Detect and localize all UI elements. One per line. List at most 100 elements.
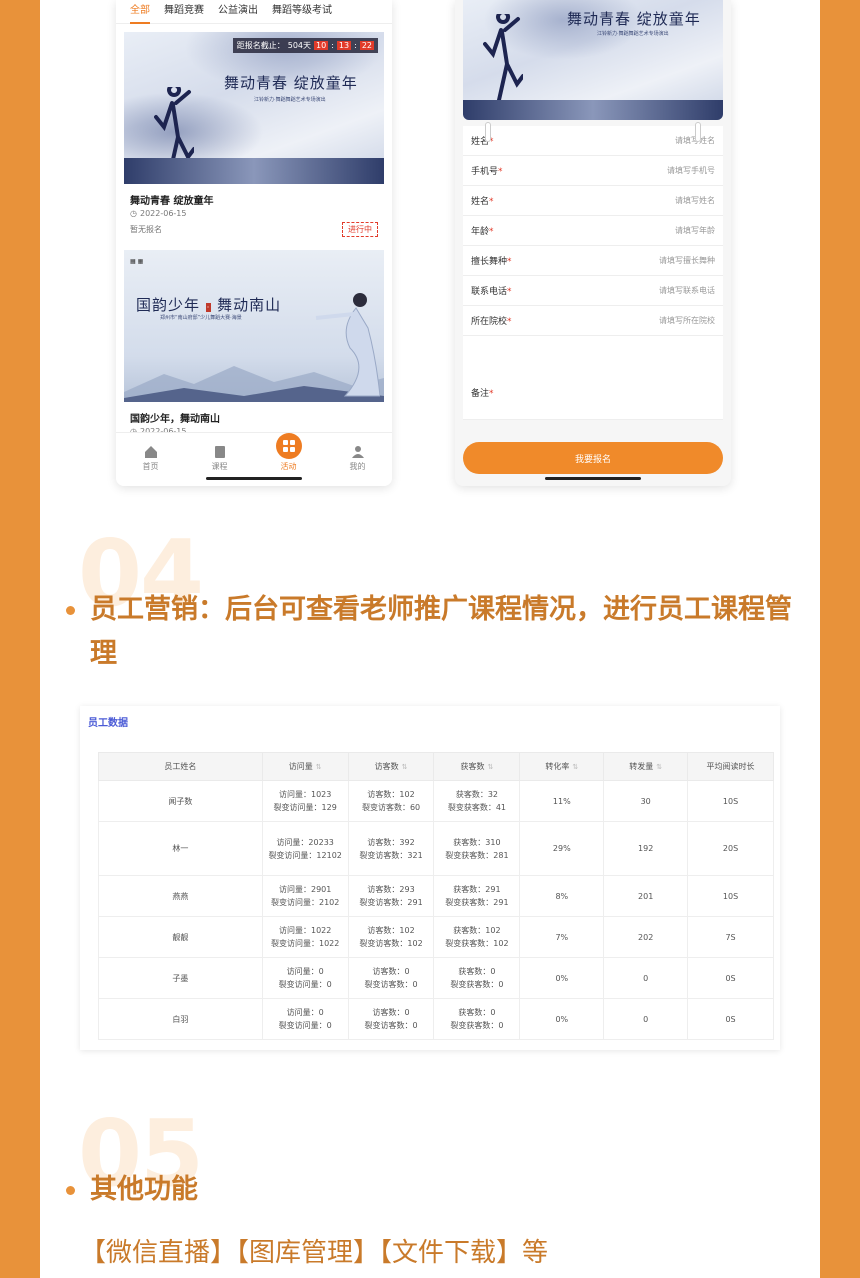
section-heading: 员工营销：后台可查看老师推广课程情况，进行员工课程管理 [90, 594, 792, 669]
col-visits[interactable]: 访问量 ⇅ [261, 752, 349, 781]
table-row: 闻子数 访问量：1023 裂变访问量：129 访客数：102 裂变访客数：60 获客数：3… [98, 780, 774, 822]
nav-courses[interactable]: 课程 [195, 445, 245, 472]
field-remark[interactable]: 备注* [463, 336, 723, 420]
cell-gain2: 裂变获客数：41 [447, 803, 507, 812]
cell-visits: 访问量：2901 [278, 885, 332, 894]
table-row: 白羽 访问量：0 裂变访问量：0 访客数：0 裂变访客数：0 获客数：0 裂变获客数：0 0%… [98, 998, 774, 1040]
cell-visitors2: 裂变访客数：0 [364, 1021, 418, 1030]
banner-subtitle: 江铃新力·舞蹈舞蹈艺术专场演出 [254, 97, 326, 103]
field-name-2[interactable]: 姓名* 请填写姓名 [463, 186, 723, 216]
table-row: 林一 访问量：20233 裂变访问量：12102 访客数：392 裂变访客数：321 获客… [98, 821, 774, 876]
dancer-icon [483, 14, 523, 111]
cell-visitors2: 裂变访客数：321 [359, 850, 423, 860]
cell-gain: 获客数：32 [455, 790, 499, 799]
cell-gain2: 裂变获客数：291 [445, 898, 509, 907]
activity-card[interactable]: ▦ ▦ 国韵少年 · 舞动南山 郑州市“南山府邸”少儿舞蹈大赛·海景 国韵少年，… [124, 250, 384, 436]
col-name: 员工姓名 [98, 752, 263, 781]
cell-rate: 11% [552, 796, 571, 806]
activity-banner: 舞动青春 绽放童年 江铃新力·舞蹈舞蹈艺术专场演出 距报名截止： 504天 10… [124, 32, 384, 184]
cell-forward: 202 [638, 932, 654, 942]
tab-competition[interactable]: 舞蹈竞赛 [164, 0, 204, 24]
book-icon [214, 446, 225, 458]
cell-name: 白羽 [172, 1014, 189, 1024]
field-age[interactable]: 年龄* 请填写年龄 [463, 216, 723, 246]
field-contact[interactable]: 联系电话* 请填写联系电话 [463, 276, 723, 306]
cell-gain2: 裂变获客数：0 [450, 980, 504, 989]
countdown-badge: 距报名截止： 504天 10: 13: 22 [232, 38, 378, 53]
cell-visits: 访问量：0 [286, 967, 324, 976]
cell-visits: 访问量：0 [286, 1008, 324, 1017]
category-tabs: 全部 舞蹈竞赛 公益演出 舞蹈等级考试 [116, 0, 392, 24]
cell-visits: 访问量：20233 [276, 837, 334, 847]
cell-time: 10S [722, 796, 739, 806]
col-rate[interactable]: 转化率 ⇅ [519, 752, 605, 781]
col-read-time: 平均阅读时长 [687, 752, 774, 781]
cell-visitors2: 裂变访客数：0 [364, 980, 418, 989]
activity-banner: ▦ ▦ 国韵少年 · 舞动南山 郑州市“南山府邸”少儿舞蹈大赛·海景 [124, 250, 384, 402]
card-title: 舞动青春 绽放童年 [130, 196, 214, 207]
tab-charity[interactable]: 公益演出 [218, 0, 258, 24]
field-school[interactable]: 所在院校* 请填写所在院校 [463, 306, 723, 336]
status-badge: 进行中 [342, 222, 378, 237]
signup-button[interactable]: 我要报名 [463, 442, 723, 474]
cell-visits2: 裂变访问量：12102 [268, 850, 342, 860]
tab-grade-exam[interactable]: 舞蹈等级考试 [272, 0, 332, 24]
cell-rate: 7% [555, 932, 569, 942]
cell-forward: 192 [638, 844, 654, 853]
tab-all[interactable]: 全部 [130, 0, 150, 24]
activity-card[interactable]: 舞动青春 绽放童年 江铃新力·舞蹈舞蹈艺术专场演出 距报名截止： 504天 10… [124, 32, 384, 243]
dancer-icon [315, 293, 380, 397]
sort-icon: ⇅ [401, 763, 408, 771]
field-phone[interactable]: 手机号* 请填写手机号 [463, 156, 723, 186]
banner-title: 舞动青春 绽放童年 [567, 10, 701, 28]
nav-activity[interactable]: 活动 [264, 433, 314, 472]
col-gain[interactable]: 获客数 ⇅ [433, 752, 521, 781]
sort-icon: ⇅ [315, 763, 322, 771]
sort-icon: ⇅ [656, 763, 663, 771]
nav-home[interactable]: 首页 [126, 445, 176, 472]
cell-visitors: 访客数：0 [372, 1008, 410, 1017]
cell-time: 10S [722, 891, 739, 901]
cell-name: 林一 [172, 844, 189, 853]
activity-list-phone: 全部 舞蹈竞赛 公益演出 舞蹈等级考试 舞动青春 绽放童年 江铃新力·舞蹈舞蹈艺… [116, 0, 392, 486]
clock-icon: ◷ [130, 209, 137, 218]
extras-text: 【微信直播】【图库管理】【文件下载】等 [80, 1238, 549, 1268]
cell-name: 闻子数 [168, 796, 193, 806]
cell-visits2: 裂变访问量：0 [278, 1021, 332, 1030]
table-row: 靓靓 访问量：1022 裂变访问量：1022 访客数：102 裂变访客数：102 获客数：… [98, 916, 774, 958]
activity-banner: 舞动青春 绽放童年 江铃新力·舞蹈舞蹈艺术专场演出 [463, 0, 723, 120]
card-date: ◷ 2022-06-15 [130, 209, 187, 218]
col-visitors[interactable]: 访客数 ⇅ [347, 752, 435, 781]
table-header: 员工姓名 访问量 ⇅ 访客数 ⇅ 获客数 ⇅ 转化率 ⇅ 转发量 ⇅ 平均阅读时长 [98, 752, 774, 781]
cell-visitors: 访客数：392 [367, 837, 415, 847]
data-table: 员工姓名 访问量 ⇅ 访客数 ⇅ 获客数 ⇅ 转化率 ⇅ 转发量 ⇅ 平均阅读时长 闻子数… [98, 752, 774, 1040]
banner-subtitle: 郑州市“南山府邸”少儿舞蹈大赛·海景 [160, 315, 242, 321]
cell-rate: 29% [552, 844, 571, 853]
cell-visitors: 访客数：102 [367, 926, 415, 935]
cell-visitors2: 裂变访客数：60 [361, 803, 421, 812]
field-dance-style[interactable]: 擅长舞种* 请填写擅长舞种 [463, 246, 723, 276]
cell-name: 燕燕 [172, 891, 189, 901]
cell-visits2: 裂变访问量：129 [273, 803, 337, 812]
table-row: 子墨 访问量：0 裂变访问量：0 访客数：0 裂变访客数：0 获客数：0 裂变获客数：0 0%… [98, 957, 774, 999]
cell-gain: 获客数：0 [458, 1008, 496, 1017]
banner-logo: ▦ ▦ [130, 258, 144, 265]
cell-visits: 访问量：1023 [278, 790, 332, 799]
user-icon [351, 446, 364, 458]
cell-rate: 8% [555, 891, 569, 901]
cell-visitors2: 裂变访客数：291 [359, 898, 423, 907]
signup-count: 暂无报名 [130, 225, 162, 234]
cell-gain: 获客数：310 [453, 837, 501, 847]
cell-visitors2: 裂变访客数：102 [359, 939, 423, 948]
card-title: 国韵少年，舞动南山 [130, 414, 220, 425]
cell-visitors: 访客数：293 [367, 885, 415, 894]
field-name[interactable]: 姓名*请填写姓名 [463, 126, 723, 156]
col-forward[interactable]: 转发量 ⇅ [603, 752, 689, 781]
grid-icon [275, 433, 302, 459]
section-heading: 其他功能 [90, 1174, 198, 1205]
cell-gain2: 裂变获客数：281 [445, 850, 509, 860]
nav-mine[interactable]: 我的 [333, 445, 383, 472]
cell-gain: 获客数：102 [453, 926, 501, 935]
cell-visits2: 裂变访问量：1022 [270, 939, 340, 948]
cell-forward: 0 [643, 973, 649, 983]
